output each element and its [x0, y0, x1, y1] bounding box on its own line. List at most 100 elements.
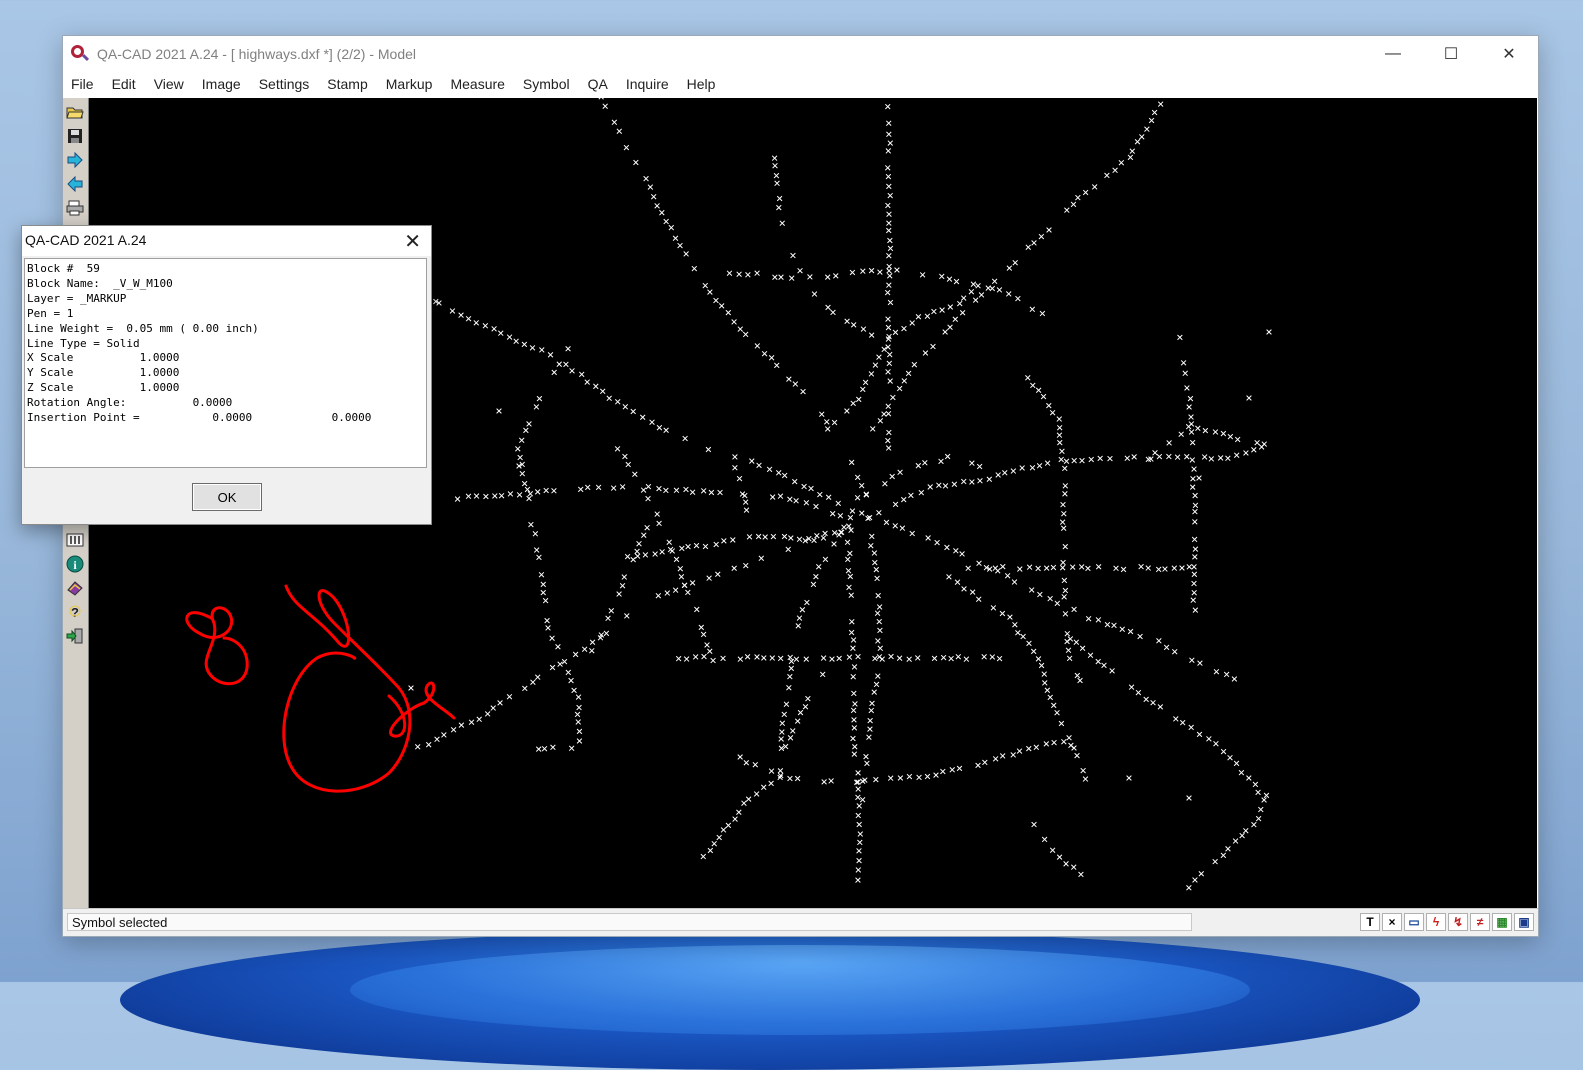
- window-icon[interactable]: ▭: [1404, 913, 1424, 931]
- title-bar[interactable]: QA-CAD 2021 A.24 - [ highways.dxf *] (2/…: [63, 36, 1538, 72]
- highway-marker: [772, 274, 778, 280]
- highway-marker: [1031, 821, 1037, 828]
- highway-marker: [1251, 821, 1257, 828]
- menu-inquire[interactable]: Inquire: [626, 76, 669, 92]
- highway-marker: [1213, 740, 1219, 747]
- highway-marker: [857, 831, 864, 837]
- dialog-close-icon[interactable]: ✕: [404, 229, 421, 254]
- highway-marker: [774, 180, 780, 187]
- exit-icon[interactable]: [64, 625, 86, 647]
- highway-marker: [833, 273, 839, 279]
- highway-marker: [873, 566, 880, 573]
- menu-edit[interactable]: Edit: [112, 76, 136, 92]
- highway-marker: [947, 324, 953, 331]
- book-icon[interactable]: [64, 577, 86, 599]
- highway-marker: [473, 320, 480, 326]
- highway-marker: [731, 319, 737, 325]
- highway-marker: [1184, 453, 1190, 460]
- menu-help[interactable]: Help: [687, 76, 716, 92]
- multi-snap-icon[interactable]: ≠: [1470, 913, 1490, 931]
- highway-marker: [868, 542, 874, 549]
- cross-icon[interactable]: ×: [1382, 913, 1402, 931]
- highway-marker: [490, 705, 496, 711]
- highway-marker: [922, 350, 929, 356]
- menu-stamp[interactable]: Stamp: [327, 76, 367, 92]
- close-button[interactable]: ✕: [1480, 36, 1538, 72]
- highway-marker: [1213, 668, 1220, 675]
- highway-marker: [777, 655, 784, 662]
- highway-marker: [616, 128, 623, 134]
- screen-icon[interactable]: ▣: [1514, 913, 1534, 931]
- info-icon[interactable]: i: [64, 553, 86, 575]
- highway-marker: [1220, 748, 1227, 755]
- highway-marker: [541, 745, 548, 752]
- highway-marker: [619, 582, 626, 589]
- highway-marker: [877, 269, 883, 275]
- menu-image[interactable]: Image: [202, 76, 241, 92]
- minimize-button[interactable]: —: [1364, 36, 1422, 72]
- window-controls: — ☐ ✕: [1364, 36, 1538, 72]
- highway-marker: [677, 565, 684, 572]
- forward-arrow-icon[interactable]: [64, 149, 86, 171]
- highway-marker: [831, 541, 837, 547]
- ok-button[interactable]: OK: [192, 483, 262, 511]
- dialog-title-bar[interactable]: QA-CAD 2021 A.24 ✕: [22, 226, 431, 256]
- text-icon[interactable]: T: [1360, 913, 1380, 931]
- menu-file[interactable]: File: [71, 76, 94, 92]
- highway-marker: [1179, 565, 1185, 571]
- highway-marker: [726, 270, 733, 276]
- highway-marker: [542, 597, 549, 604]
- menu-settings[interactable]: Settings: [259, 76, 310, 92]
- highway-marker: [969, 479, 975, 485]
- highway-marker: [849, 618, 855, 625]
- highway-marker: [492, 493, 498, 499]
- highway-marker: [622, 453, 628, 460]
- highway-marker: [817, 491, 823, 498]
- open-folder-icon[interactable]: [64, 101, 86, 123]
- highway-marker: [539, 347, 545, 353]
- help-icon[interactable]: ?: [64, 601, 86, 623]
- highway-marker: [867, 717, 873, 724]
- color-icon[interactable]: ▦: [1492, 913, 1512, 931]
- snap-icon[interactable]: ↯: [1448, 913, 1468, 931]
- highway-marker: [497, 700, 503, 706]
- menu-symbol[interactable]: Symbol: [523, 76, 570, 92]
- highway-marker: [885, 316, 891, 322]
- highway-marker: [645, 495, 651, 502]
- highway-marker: [795, 623, 802, 629]
- back-arrow-icon[interactable]: [64, 173, 86, 195]
- highway-marker: [813, 503, 819, 510]
- highway-marker: [874, 610, 881, 616]
- highway-marker: [685, 543, 691, 550]
- layers-icon[interactable]: [64, 529, 86, 551]
- menu-markup[interactable]: Markup: [386, 76, 433, 92]
- menu-qa[interactable]: QA: [588, 76, 608, 92]
- highway-marker: [1061, 510, 1067, 517]
- highway-marker: [976, 560, 982, 567]
- highway-marker: [850, 673, 856, 680]
- maximize-button[interactable]: ☐: [1422, 36, 1480, 72]
- highway-marker: [831, 419, 838, 426]
- highway-marker: [544, 617, 550, 624]
- highway-marker: [555, 643, 561, 650]
- highway-marker: [930, 343, 936, 350]
- highway-marker: [896, 385, 903, 392]
- highway-marker: [476, 716, 482, 723]
- highway-marker: [584, 484, 591, 491]
- highway-marker: [578, 371, 585, 378]
- menu-measure[interactable]: Measure: [450, 76, 504, 92]
- save-icon[interactable]: [64, 125, 86, 147]
- lightning-icon[interactable]: ϟ: [1426, 913, 1446, 931]
- highway-marker: [814, 532, 820, 539]
- highway-marker: [577, 486, 584, 493]
- highway-marker: [1039, 310, 1046, 317]
- highway-marker: [1225, 846, 1231, 852]
- highway-marker: [872, 559, 878, 566]
- highway-marker: [704, 642, 710, 648]
- highway-marker: [821, 779, 827, 785]
- highway-marker: [965, 565, 971, 572]
- print-icon[interactable]: [64, 197, 86, 219]
- menu-view[interactable]: View: [154, 76, 184, 92]
- highway-marker: [1178, 431, 1184, 437]
- highway-marker: [859, 510, 865, 516]
